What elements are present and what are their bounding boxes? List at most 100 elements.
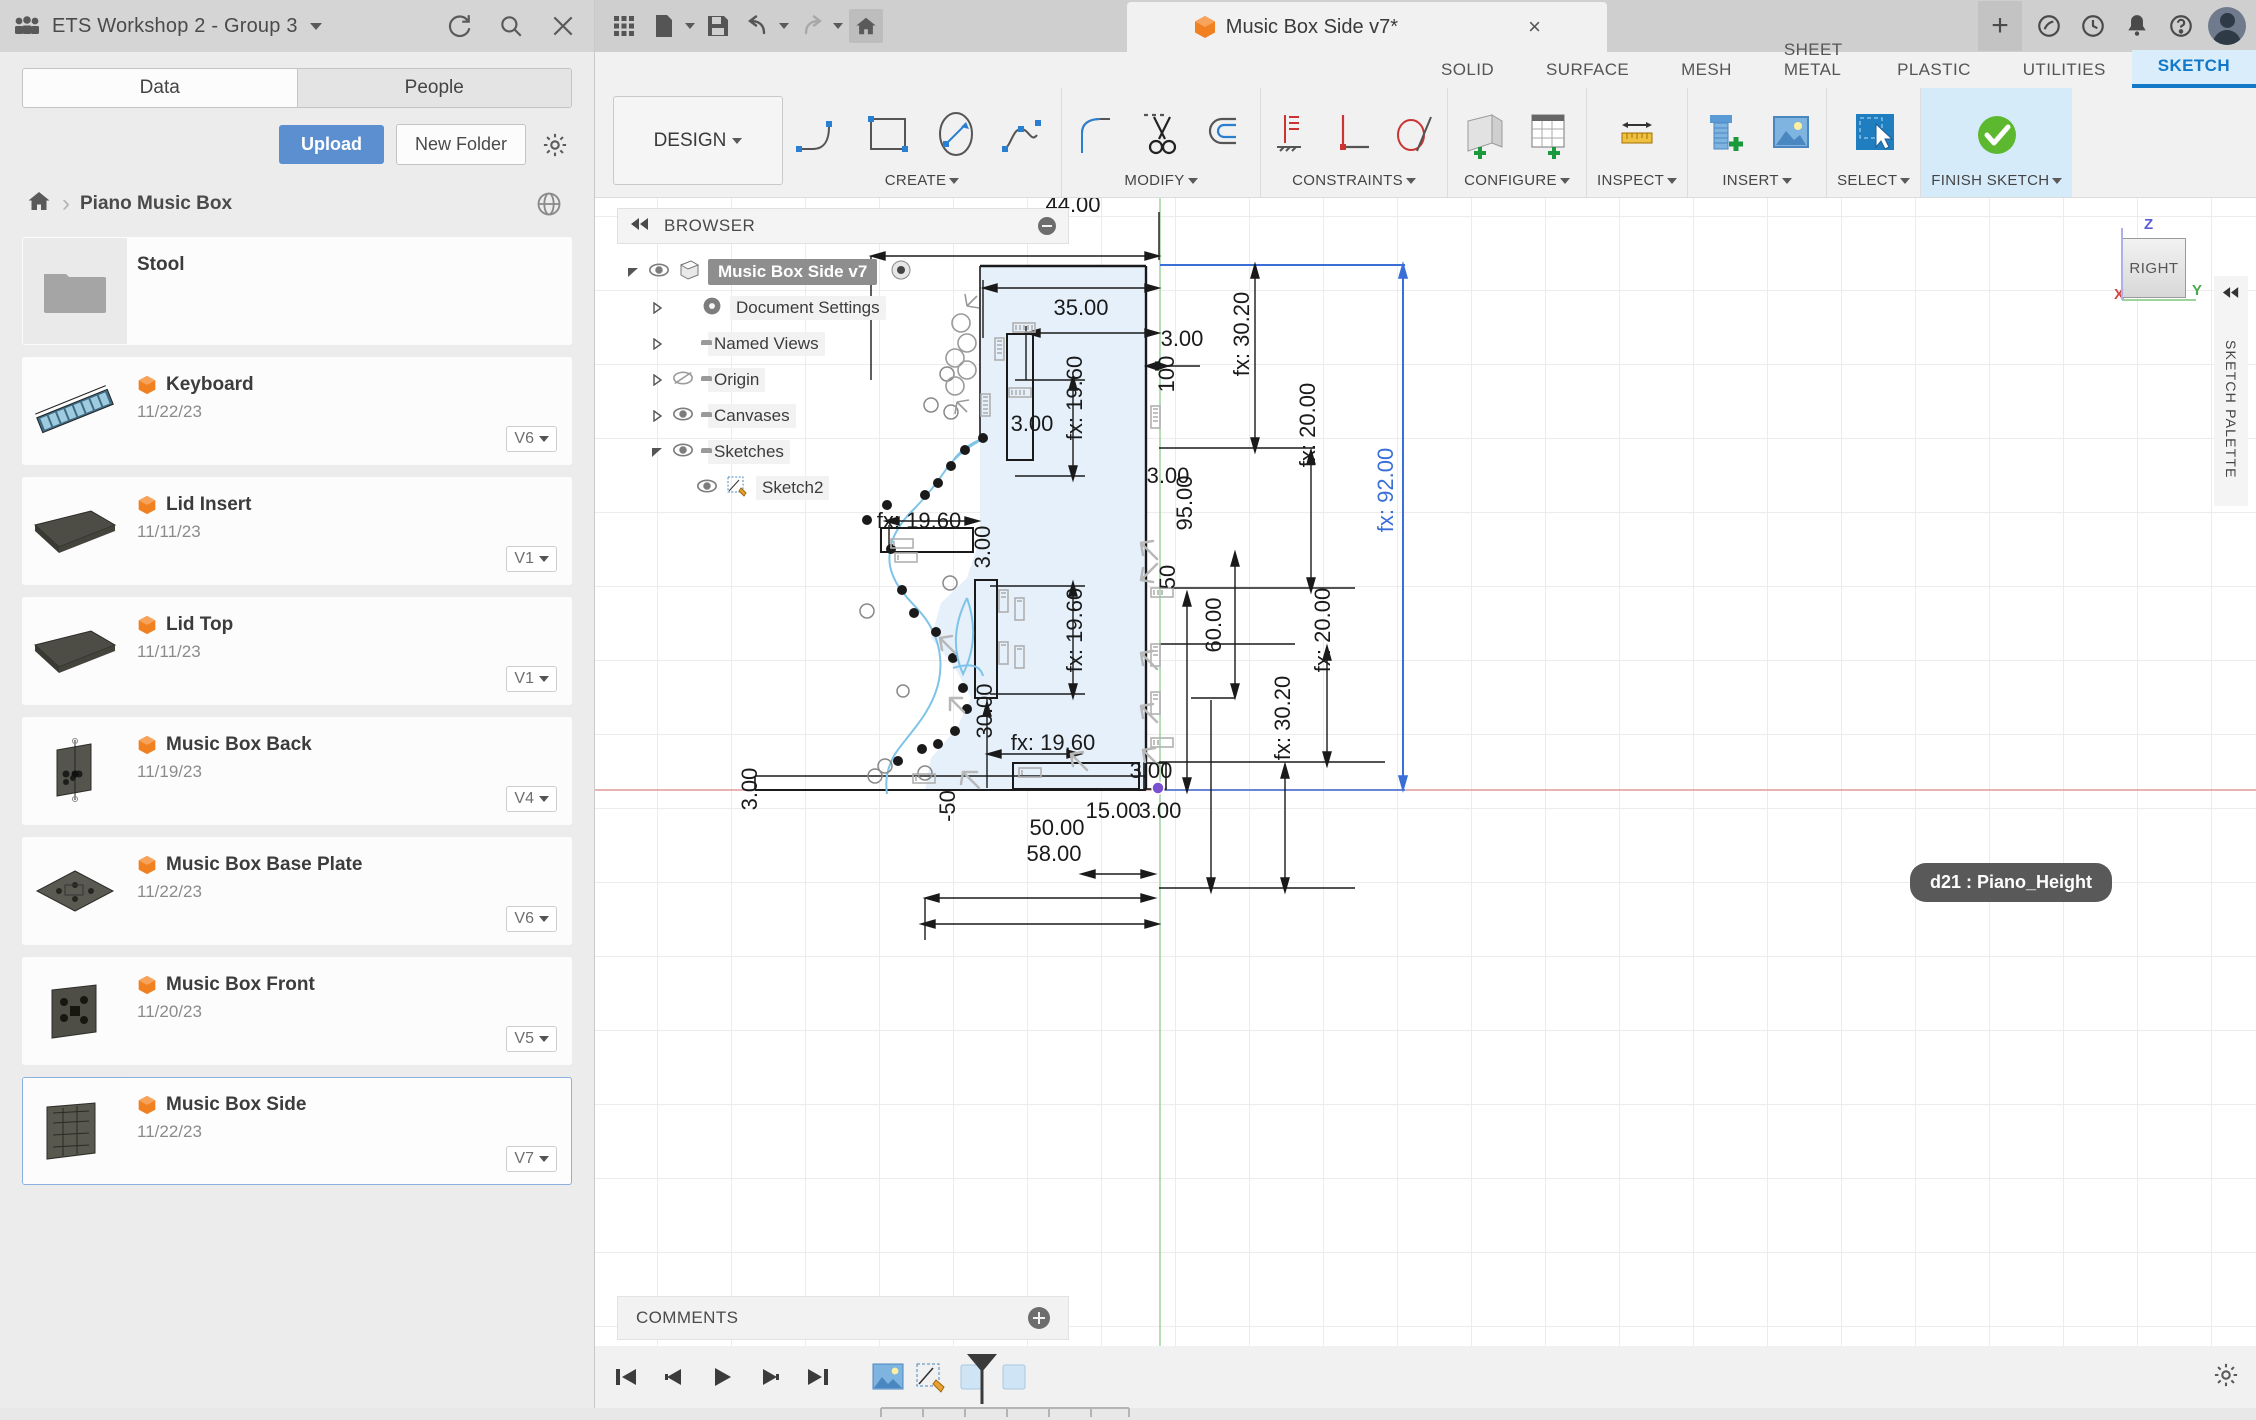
new-tab-button[interactable]: + <box>1978 1 2022 51</box>
undo-icon[interactable] <box>741 9 775 43</box>
ribbon-tab-sketch[interactable]: SKETCH <box>2131 50 2256 88</box>
chevron-down-icon[interactable] <box>539 436 549 442</box>
extensions-icon[interactable] <box>2032 9 2066 43</box>
group-label-create[interactable]: CREATE <box>885 172 947 189</box>
dimension-value[interactable]: 3.00 <box>970 526 996 569</box>
offset-icon[interactable] <box>1200 107 1250 166</box>
visibility-eye-icon[interactable] <box>696 478 718 499</box>
dimension-value[interactable]: 3.00 <box>737 768 763 811</box>
chevron-down-icon[interactable] <box>1187 177 1198 184</box>
insert-canvas-icon[interactable] <box>1764 107 1816 166</box>
file-row[interactable]: Music Box Side 11/22/23 V7 <box>22 1077 572 1185</box>
ribbon-tab-utilities[interactable]: UTILITIES <box>1997 54 2132 88</box>
browser-node-document-settings[interactable]: Document Settings <box>625 290 1069 326</box>
timeline-marker[interactable] <box>965 1352 999 1414</box>
dimension-value[interactable]: fx: 19.60 <box>877 508 961 534</box>
dimension-value[interactable]: 58.00 <box>1026 841 1081 867</box>
chevron-down-icon[interactable] <box>539 556 549 562</box>
tangent-icon[interactable] <box>1391 107 1437 166</box>
file-row[interactable]: Lid Insert 11/11/23 V1 <box>22 477 572 585</box>
visibility-eye-icon[interactable] <box>672 442 694 463</box>
file-row[interactable]: Music Box Back 11/19/23 V4 <box>22 717 572 825</box>
ribbon-tab-sheet-metal[interactable]: SHEET METAL <box>1758 34 1871 88</box>
visibility-eye-icon[interactable] <box>672 370 694 391</box>
home-icon[interactable] <box>26 189 52 219</box>
help-icon[interactable] <box>2164 9 2198 43</box>
finish-check-icon[interactable] <box>1969 109 2025 168</box>
dimension-value[interactable]: fx: 92.00 <box>1373 448 1399 532</box>
expand-arrow[interactable] <box>649 338 665 350</box>
chevron-down-icon[interactable] <box>779 23 789 29</box>
notifications-icon[interactable] <box>2120 9 2154 43</box>
feature-4-icon[interactable] <box>997 1360 1031 1394</box>
file-row[interactable]: Music Box Base Plate 11/22/23 V6 <box>22 837 572 945</box>
create-config-icon[interactable] <box>1458 107 1510 166</box>
group-label-constraints[interactable]: CONSTRAINTS <box>1292 172 1403 189</box>
dimension-value[interactable]: -50 <box>935 790 961 822</box>
chevron-down-icon[interactable] <box>539 796 549 802</box>
version-badge[interactable]: V1 <box>506 666 557 692</box>
rectangle-icon[interactable] <box>861 107 915 166</box>
file-row[interactable]: Keyboard 11/22/23 V6 <box>22 357 572 465</box>
chevron-down-icon[interactable] <box>539 1156 549 1162</box>
dimension-value[interactable]: fx: 20.00 <box>1310 588 1336 672</box>
file-row[interactable]: Music Box Front 11/20/23 V5 <box>22 957 572 1065</box>
sketch-canvas[interactable]: 72.0044.0035.003.003.003.003.003.0030.00… <box>595 198 2256 1408</box>
view-cube[interactable]: RIGHT Z Y X <box>2100 212 2210 322</box>
dimension-value[interactable]: 15.00 <box>1085 798 1140 824</box>
version-badge[interactable]: V7 <box>506 1146 557 1172</box>
chevron-down-icon[interactable] <box>1559 177 1570 184</box>
go-to-beginning-icon[interactable] <box>613 1365 639 1389</box>
trim-icon[interactable] <box>1136 107 1186 166</box>
expand-arrow[interactable] <box>649 374 665 386</box>
canvas-feature-icon[interactable] <box>871 1360 905 1394</box>
activate-radio[interactable] <box>890 259 912 286</box>
recent-icon[interactable] <box>2076 9 2110 43</box>
chevron-down-icon[interactable] <box>1781 177 1792 184</box>
dimension-value[interactable]: 3.00 <box>1161 326 1204 352</box>
spline-icon[interactable] <box>997 107 1051 166</box>
expand-arrow[interactable] <box>625 266 641 278</box>
step-back-icon[interactable] <box>661 1365 687 1389</box>
ribbon-tab-solid[interactable]: SOLID <box>1415 54 1520 88</box>
line-icon[interactable] <box>793 107 847 166</box>
design-workspace-button[interactable]: DESIGN <box>613 96 783 185</box>
redo-icon[interactable] <box>795 9 829 43</box>
chevron-down-icon[interactable] <box>833 23 843 29</box>
step-forward-icon[interactable] <box>757 1365 783 1389</box>
browser-node-origin[interactable]: Origin <box>625 362 1069 398</box>
close-icon[interactable]: × <box>1528 14 1541 40</box>
refresh-icon[interactable] <box>442 9 476 43</box>
plus-circle-icon[interactable] <box>1028 1307 1050 1329</box>
tab-data[interactable]: Data <box>23 69 297 107</box>
browser-node-sketches[interactable]: Sketches <box>625 434 1069 470</box>
search-icon[interactable] <box>494 9 528 43</box>
expand-arrow[interactable] <box>649 302 665 314</box>
dimension-value[interactable]: fx: 30.20 <box>1270 676 1296 760</box>
breadcrumb-path[interactable]: Piano Music Box <box>80 193 232 215</box>
new-folder-button[interactable]: New Folder <box>395 124 526 165</box>
document-tab[interactable]: Music Box Side v7* × <box>1127 2 1608 52</box>
dimension-value[interactable]: fx: 19.60 <box>1011 730 1095 756</box>
dimension-value[interactable]: 50.00 <box>1029 815 1084 841</box>
save-icon[interactable] <box>701 9 735 43</box>
new-file-icon[interactable] <box>647 9 681 43</box>
ribbon-group-finish-sketch[interactable]: FINISH SKETCH <box>1921 88 2073 197</box>
circle-icon[interactable] <box>929 107 983 166</box>
dimension-value[interactable]: fx: 19.60 <box>1062 588 1088 672</box>
dimension-value[interactable]: fx: 30.20 <box>1229 292 1255 376</box>
upload-button[interactable]: Upload <box>278 125 384 164</box>
expand-arrow[interactable] <box>649 446 665 458</box>
gear-icon[interactable] <box>2212 1361 2240 1394</box>
collapse-left-icon[interactable] <box>630 217 650 236</box>
chevron-down-icon[interactable] <box>2052 177 2063 184</box>
horizontal-vertical-icon[interactable] <box>1271 107 1317 166</box>
group-label-inspect[interactable]: INSPECT <box>1597 172 1664 189</box>
globe-icon[interactable] <box>532 187 566 221</box>
version-badge[interactable]: V4 <box>506 786 557 812</box>
version-badge[interactable]: V5 <box>506 1026 557 1052</box>
group-label-configure[interactable]: CONFIGURE <box>1464 172 1557 189</box>
ribbon-tab-plastic[interactable]: PLASTIC <box>1871 54 1997 88</box>
grid-apps-icon[interactable] <box>607 9 641 43</box>
measure-icon[interactable] <box>1610 107 1664 166</box>
